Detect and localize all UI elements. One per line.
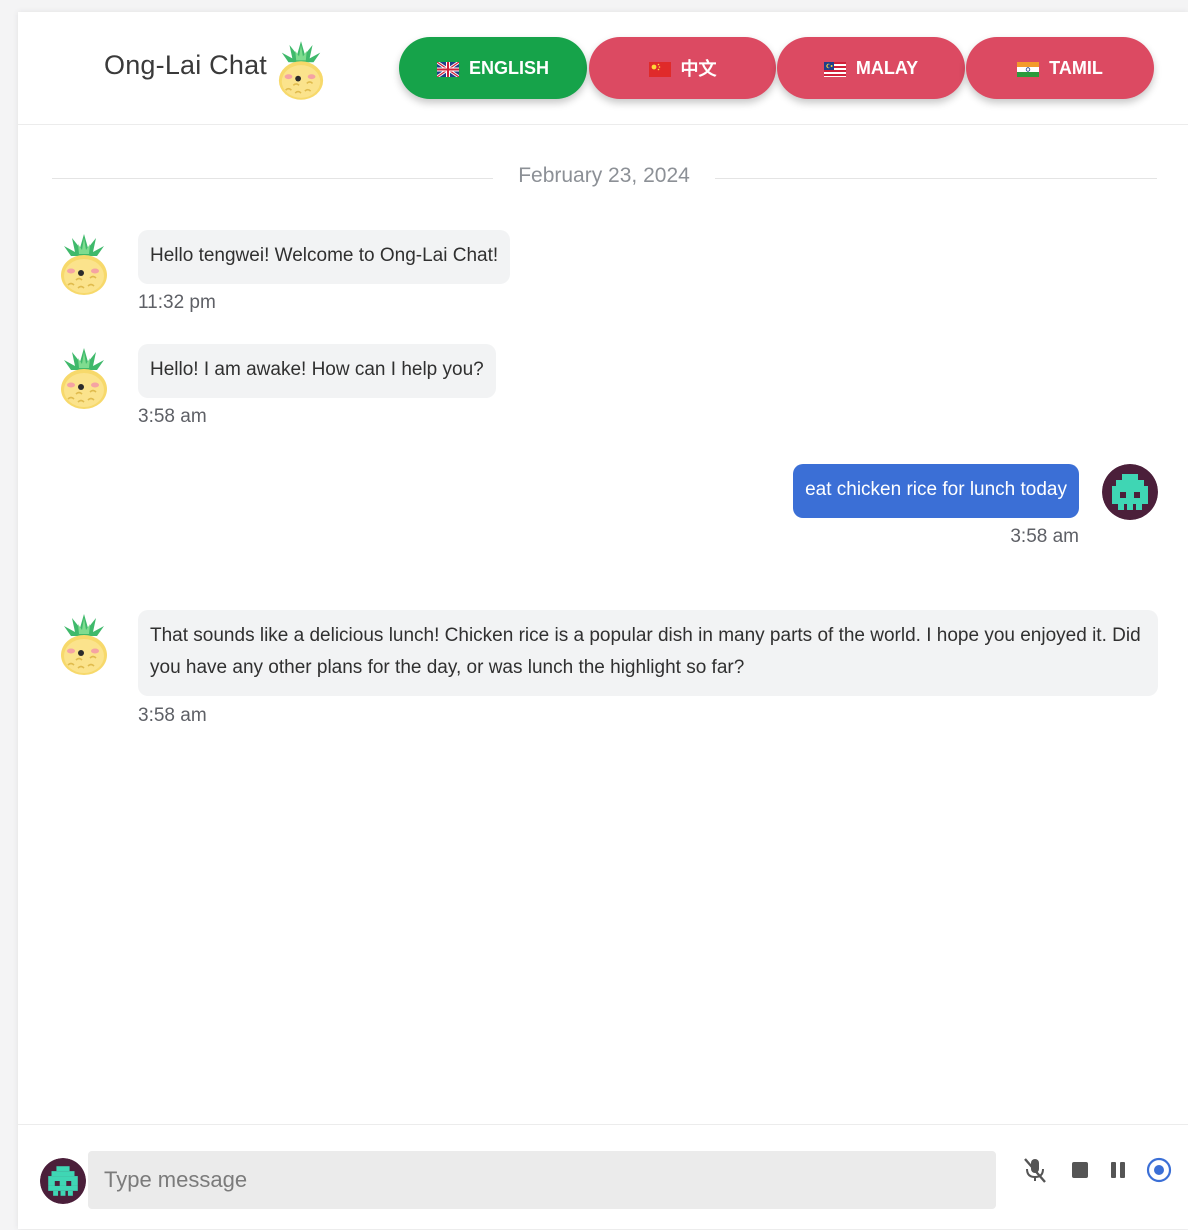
divider-right — [715, 178, 1157, 179]
language-label-chinese: 中文 — [680, 59, 717, 79]
china-flag-icon — [648, 61, 671, 77]
app-header: Ong-Lai Chat ENGLISH 中文 MALAY TAMIL — [18, 12, 1188, 125]
composer-bar — [18, 1124, 1188, 1230]
chat-app: Ong-Lai Chat ENGLISH 中文 MALAY TAMIL Febr… — [18, 12, 1188, 1229]
india-flag-icon — [1017, 61, 1040, 77]
chat-date: February 23, 2024 — [518, 164, 690, 187]
language-button-chinese[interactable]: 中文 — [589, 37, 776, 99]
pause-icon[interactable] — [1103, 1155, 1133, 1185]
malaysia-flag-icon — [823, 61, 846, 77]
bot-message-bubble: Hello! I am awake! How can I help you? — [138, 344, 496, 398]
bot-message-bubble: That sounds like a delicious lunch! Chic… — [138, 610, 1158, 696]
language-button-tamil[interactable]: TAMIL — [966, 37, 1154, 99]
message-time: 3:58 am — [138, 406, 207, 427]
pixel-invader-icon — [40, 1158, 86, 1204]
language-button-english[interactable]: ENGLISH — [399, 37, 587, 99]
message-time: 3:58 am — [138, 705, 207, 726]
pixel-invader-icon — [1102, 464, 1158, 520]
app-title: Ong-Lai Chat — [104, 50, 267, 80]
language-label-english: ENGLISH — [468, 57, 549, 78]
stop-icon[interactable] — [1065, 1155, 1095, 1185]
pineapple-icon — [58, 344, 110, 410]
bot-message-bubble: Hello tengwei! Welcome to Ong-Lai Chat! — [138, 230, 511, 284]
record-icon[interactable] — [1144, 1155, 1174, 1185]
divider-left — [52, 178, 493, 179]
message-time: 11:32 pm — [138, 292, 216, 313]
message-time: 3:58 am — [1010, 526, 1079, 547]
mic-off-icon[interactable] — [1020, 1155, 1050, 1185]
language-button-malay[interactable]: MALAY — [777, 37, 965, 99]
language-label-malay: MALAY — [855, 57, 919, 78]
language-label-tamil: TAMIL — [1049, 57, 1103, 78]
pineapple-icon — [276, 36, 326, 102]
pineapple-icon — [58, 230, 110, 296]
message-input[interactable] — [88, 1151, 996, 1209]
uk-flag-icon — [436, 60, 460, 78]
user-message-bubble: eat chicken rice for lunch today — [793, 464, 1079, 518]
pineapple-icon — [58, 610, 110, 676]
